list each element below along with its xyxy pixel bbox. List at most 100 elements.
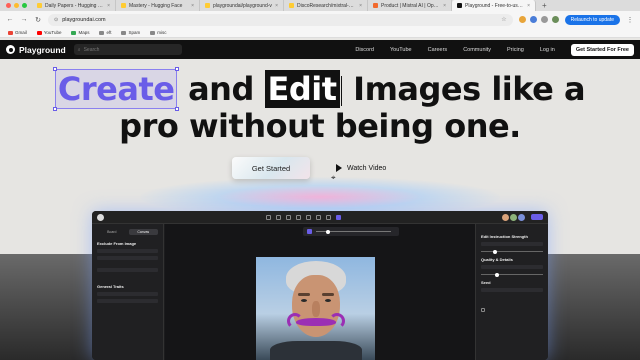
folder-icon [99,30,105,35]
close-tab-icon[interactable]: × [275,3,278,9]
forward-arrow-icon[interactable]: → [20,16,28,23]
tab-favicon-icon [457,3,462,8]
brush-icon[interactable] [307,229,312,234]
extension-icon[interactable] [529,16,537,23]
purple-mustache [287,313,345,329]
collaborator-avatars [502,213,526,221]
extension-icon[interactable] [518,16,526,23]
folder-icon [121,30,127,35]
text-placeholder [481,265,543,269]
address-bar[interactable]: ⊙ playgroundai.com ☆ [48,13,513,26]
relaunch-update-button[interactable]: Relaunch to update [564,14,620,25]
nav-link-careers[interactable]: Careers [428,47,448,53]
exclude-input[interactable] [97,268,158,272]
seed-checkbox[interactable] [481,308,543,312]
play-icon [336,164,342,172]
text-caret [340,76,342,106]
tool-icon[interactable] [305,214,311,220]
url-text: playgroundai.com [62,16,106,23]
selection-handle [52,67,57,71]
close-tab-icon[interactable]: × [443,3,446,9]
maximize-window-button[interactable] [22,3,27,8]
bookmark-gmail[interactable]: Gmail [8,30,27,35]
search-placeholder: Search [83,46,100,53]
browser-tab-active[interactable]: Playground - Free-to-use on × [452,0,536,11]
active-tool-icon[interactable] [335,214,341,220]
tool-icon[interactable] [275,214,281,220]
browser-tab[interactable]: Mastery - Hugging Face × [116,0,200,11]
bookmark-folder[interactable]: misc [150,30,167,35]
bookmark-star-icon[interactable]: ☆ [501,16,506,23]
bookmark-maps[interactable]: Maps [71,30,89,35]
site-logo[interactable]: Playground [6,45,66,55]
close-tab-icon[interactable]: × [359,3,362,9]
tab-favicon-icon [37,3,42,8]
avatar [510,213,518,221]
browser-tab[interactable]: playgroundai/playground-v × [200,0,284,11]
headline-line-1: Create and Edit Images like a [0,67,640,111]
profile-avatar[interactable] [551,16,559,23]
bookmark-folder[interactable]: Spam [121,30,140,35]
site-info-icon[interactable]: ⊙ [54,17,58,23]
close-window-button[interactable] [6,3,11,8]
app-preview: Board Canvas Exclude From Image General … [92,211,548,360]
tool-icon[interactable] [325,214,331,220]
quality-slider[interactable] [481,272,543,277]
tab-title: DiscoResearch/mixtral-7b-8 [297,2,357,9]
app-action-button[interactable] [531,214,543,220]
bookmark-youtube[interactable]: YouTube [36,30,61,35]
brand-name: Playground [19,44,66,55]
close-tab-icon[interactable]: × [107,3,110,9]
get-started-button[interactable]: Get Started [232,157,310,179]
new-tab-button[interactable]: + [536,1,553,10]
close-tab-icon[interactable]: × [527,3,530,9]
bookmark-folder[interactable]: eft [99,30,111,35]
window-controls [0,3,32,8]
reload-icon[interactable]: ↻ [34,16,42,24]
edit-strength-slider[interactable] [481,249,543,254]
nav-link-pricing[interactable]: Pricing [507,47,524,53]
extension-icon[interactable] [540,16,548,23]
nav-link-youtube[interactable]: YouTube [390,47,412,53]
playground-logo-icon [6,45,15,54]
tool-icon[interactable] [315,214,321,220]
nav-link-login[interactable]: Log in [540,47,555,53]
tab-title: playgroundai/playground-v [213,2,272,9]
tab-canvas[interactable]: Canvas [128,229,158,235]
watch-video-button[interactable]: Watch Video [336,161,386,175]
extensions-area [518,16,559,23]
app-canvas[interactable] [165,224,475,360]
mouse-cursor-icon: ⌖ [331,173,336,182]
avatar [502,213,510,221]
selection-handle [175,67,180,71]
text-placeholder [97,249,158,253]
tool-icon[interactable] [265,214,271,220]
tool-icon[interactable] [295,214,301,220]
tab-favicon-icon [289,3,294,8]
nav-link-community[interactable]: Community [463,47,491,53]
menu-dots-icon[interactable]: ⋮ [626,16,634,24]
headline-line-2: pro without being one. [119,107,521,145]
browser-tab[interactable]: Daily Papers - Hugging Face × [32,0,116,11]
site-search-input[interactable]: ⌕ Search [73,44,182,55]
portrait-nose [312,301,320,317]
close-tab-icon[interactable]: × [191,3,194,9]
tab-favicon-icon [121,3,126,8]
browser-tab[interactable]: DiscoResearch/mixtral-7b-8 × [284,0,368,11]
left-panel-tabs: Board Canvas [97,229,158,235]
brush-size-slider[interactable] [316,229,391,234]
portrait-brow [298,293,310,296]
edited-portrait-image [256,257,375,360]
tab-board[interactable]: Board [97,229,127,235]
get-started-free-button[interactable]: Get Started For Free [570,43,634,56]
nav-link-discord[interactable]: Discord [355,47,374,53]
hero-section: Create and Edit Images like a pro withou… [0,59,640,360]
create-word-selection: Create [52,67,180,111]
back-arrow-icon[interactable]: ← [6,16,14,23]
browser-tab[interactable]: Product | Mistral AI | Open s × [368,0,452,11]
app-topbar [92,211,548,224]
tool-icon[interactable] [285,214,291,220]
text-placeholder [481,242,543,246]
app-logo-icon [97,213,104,221]
minimize-window-button[interactable] [14,3,19,8]
